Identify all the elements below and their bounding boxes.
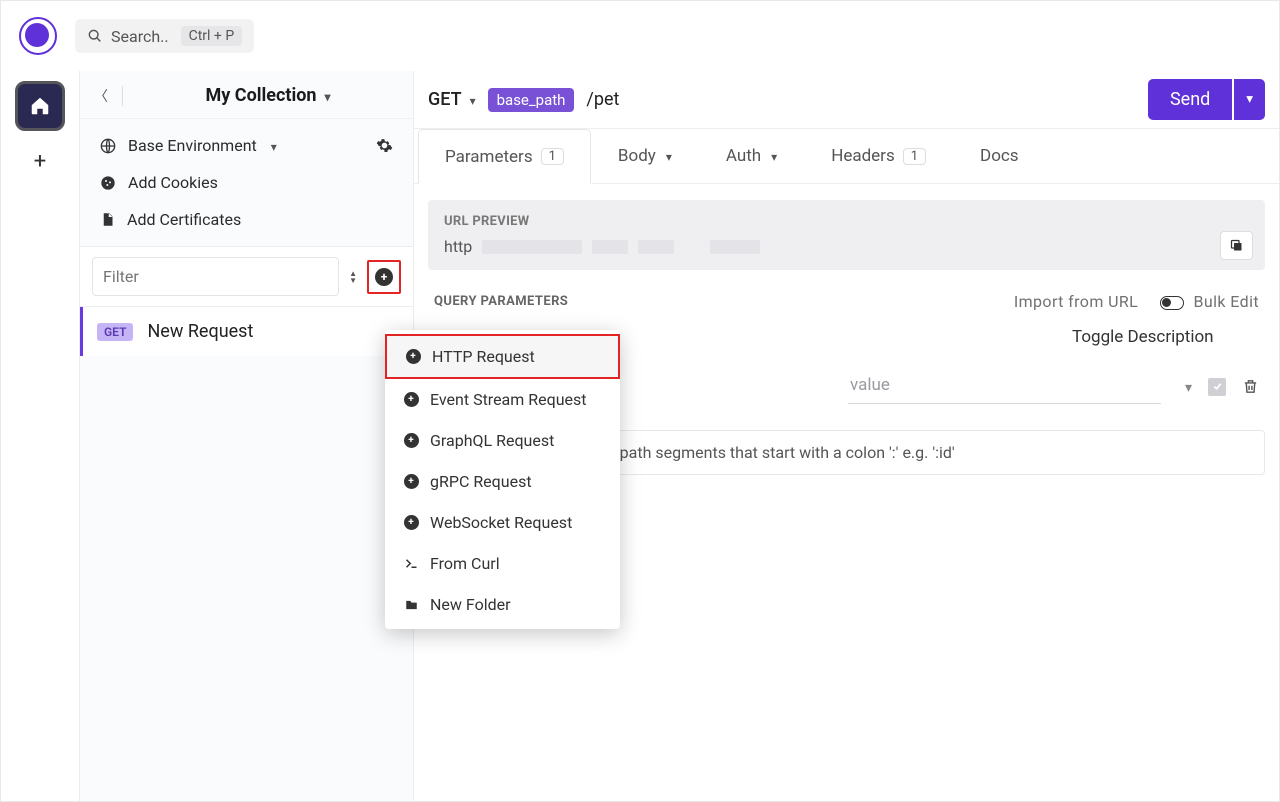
plus-circle-icon: + [403, 474, 419, 490]
count-badge: 1 [903, 148, 926, 165]
add-project-button[interactable]: + [34, 149, 46, 174]
gear-icon[interactable] [376, 137, 393, 154]
global-search[interactable]: Search.. Ctrl + P [75, 19, 254, 53]
param-value-input[interactable]: value [848, 369, 1161, 404]
tab-docs[interactable]: Docs [953, 129, 1046, 183]
redacted-text [592, 240, 628, 254]
terminal-icon [403, 556, 419, 572]
environment-label: Base Environment [128, 136, 257, 155]
count-badge: 1 [541, 148, 564, 165]
add-cookies[interactable]: Add Cookies [94, 164, 399, 201]
base-path-chip[interactable]: base_path [488, 88, 575, 112]
bulk-edit[interactable]: Bulk Edit [1160, 292, 1259, 311]
plus-circle-icon: + [375, 268, 393, 286]
globe-icon [100, 138, 116, 154]
certificate-icon [100, 211, 115, 228]
tab-headers[interactable]: Headers1 [804, 129, 953, 183]
plus-circle-icon: + [405, 349, 421, 365]
add-certificates[interactable]: Add Certificates [94, 201, 399, 238]
tab-parameters[interactable]: Parameters1 [418, 129, 591, 184]
chevron-down-icon [322, 85, 330, 106]
toggle-icon [1160, 296, 1184, 310]
menu-event-stream-request[interactable]: + Event Stream Request [385, 379, 620, 420]
folder-icon [403, 597, 419, 613]
menu-websocket-request[interactable]: + WebSocket Request [385, 502, 620, 543]
search-placeholder: Search.. [111, 27, 169, 46]
plus-circle-icon: + [403, 433, 419, 449]
redacted-text [482, 240, 582, 254]
environment-selector[interactable]: Base Environment [94, 127, 399, 164]
back-button[interactable]: 〈 [94, 86, 108, 106]
cookies-label: Add Cookies [128, 173, 218, 192]
delete-button[interactable] [1242, 378, 1259, 395]
url-input[interactable]: /pet [586, 89, 1136, 110]
cookie-icon [100, 175, 116, 191]
redacted-text [710, 240, 760, 254]
request-name: New Request [147, 321, 253, 342]
import-from-url[interactable]: Import from URL [1014, 292, 1138, 311]
method-badge: GET [97, 323, 133, 341]
send-button[interactable]: Send [1148, 79, 1232, 120]
redacted-text [638, 240, 674, 254]
tab-body[interactable]: Body [591, 129, 699, 183]
divider [122, 86, 123, 106]
request-tabs: Parameters1 Body Auth Headers1 Docs [414, 129, 1279, 184]
menu-http-request[interactable]: + HTTP Request [385, 334, 620, 379]
url-preview-prefix: http [444, 237, 472, 256]
method-selector[interactable]: GET [428, 89, 476, 110]
new-request-menu: + HTTP Request + Event Stream Request + … [385, 330, 620, 629]
topbar: Search.. Ctrl + P [1, 1, 1279, 71]
menu-grpc-request[interactable]: + gRPC Request [385, 461, 620, 502]
plus-circle-icon: + [403, 392, 419, 408]
enable-checkbox[interactable] [1208, 378, 1226, 396]
url-preview-label: URL PREVIEW [444, 214, 1249, 229]
filter-input[interactable] [92, 257, 339, 296]
add-request-button[interactable]: + [367, 260, 401, 294]
chevron-down-icon [769, 146, 777, 166]
menu-graphql-request[interactable]: + GraphQL Request [385, 420, 620, 461]
plus-circle-icon: + [403, 515, 419, 531]
sort-toggle[interactable]: ▲▼ [349, 270, 357, 284]
tab-auth[interactable]: Auth [699, 129, 804, 183]
copy-url-button[interactable] [1220, 231, 1253, 260]
app-logo[interactable] [19, 17, 57, 55]
activity-bar: + [1, 71, 79, 801]
certs-label: Add Certificates [127, 210, 241, 229]
chevron-down-icon [468, 89, 476, 110]
chevron-down-icon [269, 136, 277, 155]
sidebar: 〈 My Collection Base Environment Add Coo… [79, 71, 414, 801]
collection-title[interactable]: My Collection [137, 85, 399, 106]
send-more-button[interactable]: ▾ [1234, 79, 1265, 120]
home-button[interactable] [15, 81, 65, 131]
request-item[interactable]: GET New Request [80, 307, 413, 356]
search-kbd: Ctrl + P [181, 26, 243, 46]
chevron-down-icon [664, 146, 672, 166]
url-preview-box: URL PREVIEW http [428, 200, 1265, 270]
menu-new-folder[interactable]: New Folder [385, 584, 620, 625]
search-icon [87, 28, 103, 44]
type-dropdown[interactable] [1185, 377, 1192, 396]
query-params-label: QUERY PARAMETERS [434, 294, 568, 309]
menu-from-curl[interactable]: From Curl [385, 543, 620, 584]
